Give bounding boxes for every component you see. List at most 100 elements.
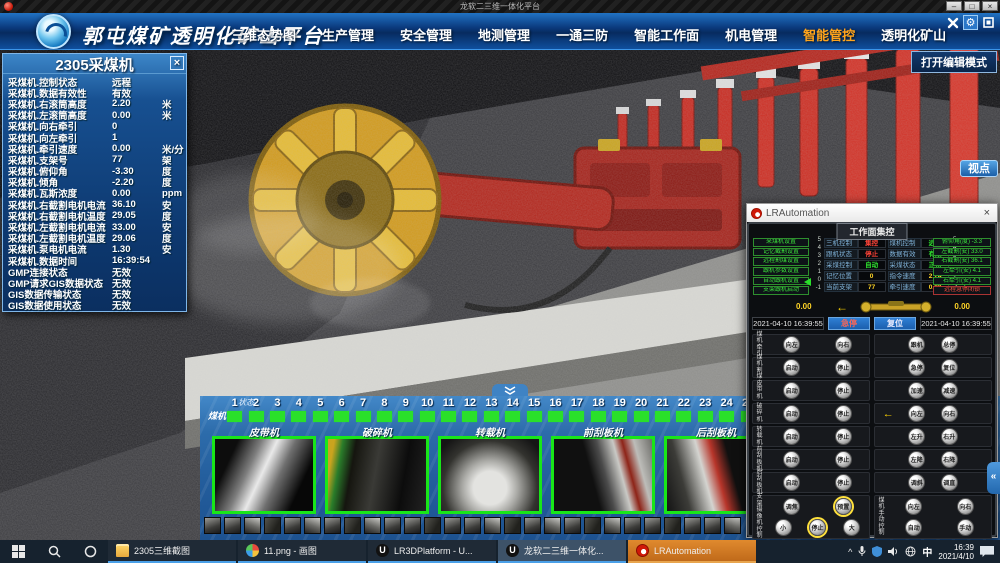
round-button[interactable]: 调直 (941, 474, 958, 491)
round-button[interactable]: 停止 (835, 359, 852, 376)
film-thumb[interactable] (404, 517, 421, 534)
menu-item[interactable]: 安全管理 (387, 25, 465, 44)
film-thumb[interactable] (524, 517, 541, 534)
round-button[interactable]: 停止 (809, 519, 826, 536)
status-cell[interactable] (459, 411, 480, 422)
readout-button[interactable]: 远程急停闭锁 (933, 286, 991, 295)
round-button[interactable]: 自动 (905, 519, 922, 536)
microphone-icon[interactable] (858, 546, 866, 557)
setting-button[interactable]: 跟机参数设置 (753, 267, 809, 276)
maximize-button[interactable]: □ (964, 1, 980, 11)
round-button[interactable]: 启动 (783, 428, 800, 445)
status-cell[interactable] (481, 411, 502, 422)
round-button[interactable]: 预置 (835, 498, 852, 515)
ime-indicator[interactable]: 中 (922, 544, 932, 559)
status-cell[interactable] (502, 411, 523, 422)
fit-view-icon[interactable] (981, 15, 996, 30)
round-button[interactable]: 跟机 (908, 336, 925, 353)
round-button[interactable]: 调斜 (908, 474, 925, 491)
lr-titlebar[interactable]: LRAutomation × (747, 204, 997, 222)
round-button[interactable]: 启动 (783, 405, 800, 422)
cortana-icon[interactable] (72, 540, 108, 563)
status-cell[interactable] (545, 411, 566, 422)
readout-button[interactable]: 左牵引(安) 4.1 (933, 267, 991, 276)
menu-item[interactable]: 机电管理 (712, 25, 790, 44)
status-cell[interactable] (566, 411, 587, 422)
round-button[interactable]: 大 (843, 519, 860, 536)
round-button[interactable]: 启动 (783, 382, 800, 399)
round-button[interactable]: 停止 (835, 405, 852, 422)
round-button[interactable]: 总停 (941, 336, 958, 353)
security-shield-icon[interactable] (872, 546, 882, 557)
round-button[interactable]: 停止 (835, 382, 852, 399)
search-icon[interactable] (36, 540, 72, 563)
camera-feed[interactable] (325, 436, 429, 514)
menu-item[interactable]: 智能工作面 (621, 25, 712, 44)
workface-control-tab[interactable]: 工作面集控 (836, 223, 907, 240)
film-thumb[interactable] (264, 517, 281, 534)
camera-feed[interactable] (551, 436, 655, 514)
round-button[interactable]: 停止 (835, 428, 852, 445)
film-thumb[interactable] (284, 517, 301, 534)
close-button[interactable]: × (982, 1, 998, 11)
taskbar-item[interactable]: 龙软二三维一体化... (498, 540, 626, 563)
round-button[interactable]: 手动 (957, 519, 974, 536)
tools-icon[interactable] (945, 15, 960, 30)
taskbar-item[interactable]: LR3DPlatform - U... (368, 540, 496, 563)
setting-button[interactable]: 记忆截割设置 (753, 248, 809, 257)
speaker-icon[interactable] (888, 546, 899, 557)
status-cell[interactable] (652, 411, 673, 422)
status-cell[interactable] (630, 411, 651, 422)
film-thumb[interactable] (584, 517, 601, 534)
round-button[interactable]: 右降 (941, 451, 958, 468)
readout-button[interactable]: 右牵引(安) 4.1 (933, 277, 991, 286)
status-cell[interactable] (288, 411, 309, 422)
film-thumb[interactable] (484, 517, 501, 534)
setting-button[interactable]: 支架跟机启动 (753, 286, 809, 295)
round-button[interactable]: 向右 (835, 336, 852, 353)
status-cell[interactable] (417, 411, 438, 422)
film-thumb[interactable] (624, 517, 641, 534)
status-cell[interactable] (374, 411, 395, 422)
status-cell[interactable] (310, 411, 331, 422)
minimize-button[interactable]: – (946, 1, 962, 11)
setting-button[interactable]: 自动跟机设置 (753, 277, 809, 286)
film-thumb[interactable] (384, 517, 401, 534)
round-button[interactable]: 左升 (908, 428, 925, 445)
film-thumb[interactable] (644, 517, 661, 534)
round-button[interactable]: 左降 (908, 451, 925, 468)
film-thumb[interactable] (684, 517, 701, 534)
collapse-chevron[interactable] (492, 384, 528, 396)
readout-button[interactable]: 右截割(安) 36.1 (933, 257, 991, 266)
menu-item[interactable]: 一通三防 (543, 25, 621, 44)
film-thumb[interactable] (664, 517, 681, 534)
taskbar-item[interactable]: 2305三维截图 (108, 540, 236, 563)
film-thumb[interactable] (564, 517, 581, 534)
status-cell[interactable] (695, 411, 716, 422)
round-button[interactable]: 向左 (908, 405, 925, 422)
status-cell[interactable] (331, 411, 352, 422)
notification-center-icon[interactable] (980, 546, 994, 557)
film-thumb[interactable] (464, 517, 481, 534)
menu-item[interactable]: 智能管控 (790, 25, 868, 44)
round-button[interactable]: 向左 (783, 336, 800, 353)
reset-button[interactable]: 复位 (874, 317, 916, 330)
round-button[interactable]: 停止 (835, 451, 852, 468)
status-cell[interactable] (438, 411, 459, 422)
round-button[interactable]: 启动 (783, 359, 800, 376)
film-thumb[interactable] (324, 517, 341, 534)
round-button[interactable]: 启动 (783, 451, 800, 468)
status-cell[interactable] (609, 411, 630, 422)
film-thumb[interactable] (244, 517, 261, 534)
readout-button[interactable]: 左截割(安) 33.0 (933, 248, 991, 257)
status-cell[interactable] (224, 411, 245, 422)
film-thumb[interactable] (604, 517, 621, 534)
expand-panel-chevron[interactable]: « (987, 462, 1000, 494)
status-cell[interactable] (716, 411, 737, 422)
status-cell[interactable] (395, 411, 416, 422)
menu-item[interactable]: 生产管理 (309, 25, 387, 44)
film-thumb[interactable] (704, 517, 721, 534)
network-globe-icon[interactable] (905, 546, 916, 557)
readout-button[interactable]: 俯仰角(度) -3.3 (933, 238, 991, 247)
menu-item[interactable]: 地测管理 (465, 25, 543, 44)
